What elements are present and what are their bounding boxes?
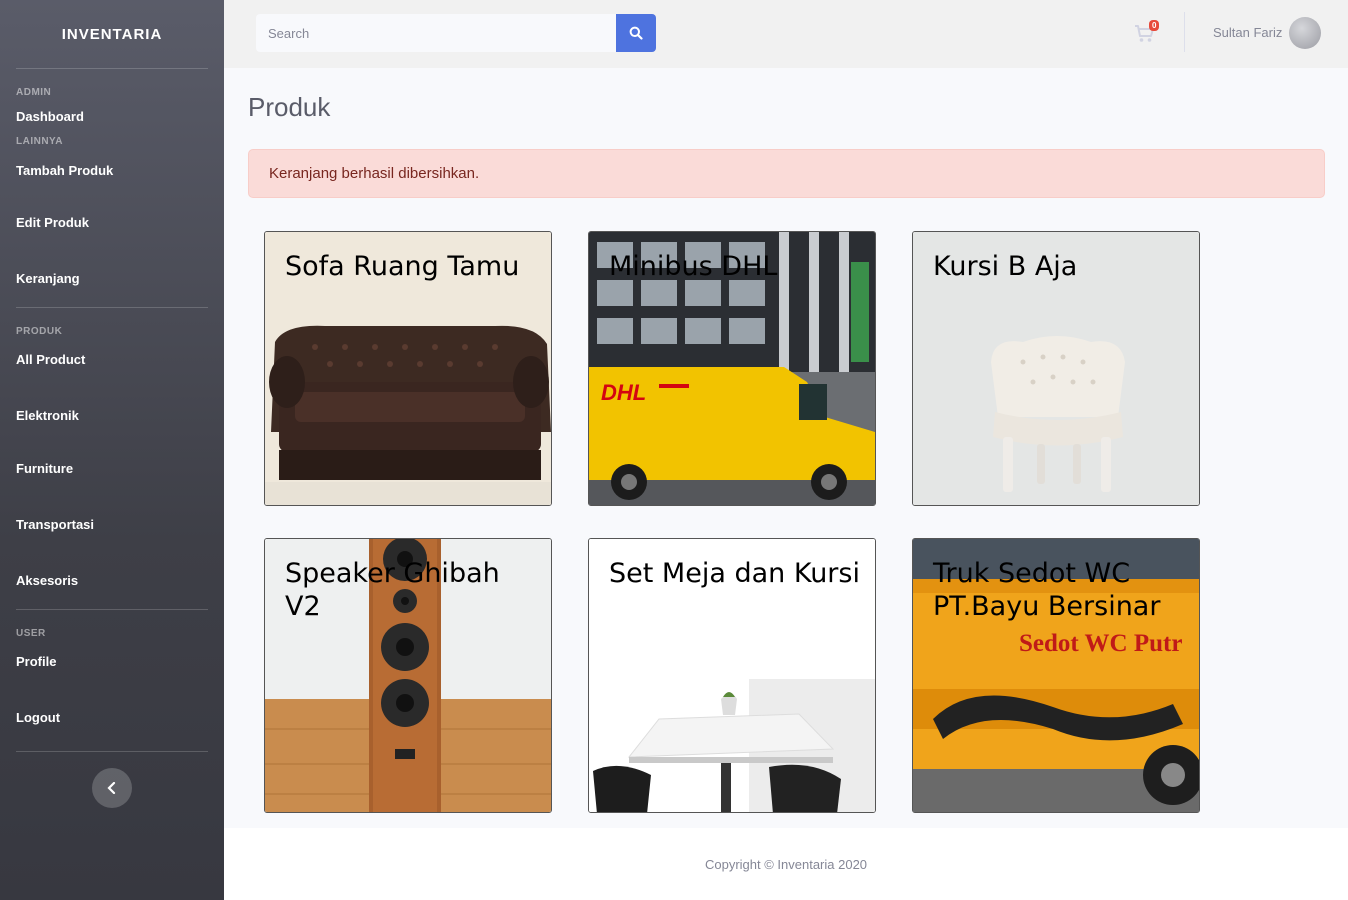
sidebar-item-edit-produk[interactable]: Edit Produk [0, 195, 224, 251]
sidebar-item-logout[interactable]: Logout [0, 685, 224, 751]
sidebar-heading-user: USER [16, 628, 46, 639]
sidebar-item-furniture[interactable]: Furniture [0, 441, 224, 497]
sidebar-toggle-button[interactable] [92, 768, 132, 808]
product-card-sofa[interactable]: Sofa Ruang Tamu [264, 231, 552, 506]
product-card-truk[interactable]: Sedot WC Putr Truk Sedot WC PT.Bayu Bers… [912, 538, 1200, 813]
search-button[interactable] [616, 14, 656, 52]
sidebar-item-transportasi[interactable]: Transportasi [0, 497, 224, 553]
sidebar-toggle-wrap [0, 768, 224, 808]
sidebar-heading-produk: PRODUK [16, 326, 63, 337]
sidebar-item-aksesoris[interactable]: Aksesoris [0, 553, 224, 609]
search-icon [629, 26, 643, 40]
product-title: Truk Sedot WC PT.Bayu Bersinar [933, 558, 1161, 622]
sidebar-item-elektronik[interactable]: Elektronik [0, 383, 224, 441]
sidebar-divider [16, 68, 208, 69]
truck-text: Sedot WC Putr [1019, 630, 1182, 657]
sidebar: INVENTARIA ADMIN Dashboard LAINNYA Tamba… [0, 0, 224, 900]
sidebar-item-tambah-produk[interactable]: Tambah Produk [0, 147, 224, 195]
sidebar-item-profile[interactable]: Profile [0, 639, 224, 685]
svg-text:DHL: DHL [601, 380, 646, 405]
sidebar-item-keranjang[interactable]: Keranjang [0, 251, 224, 307]
sidebar-heading-lainnya: LAINNYA [16, 136, 64, 147]
product-title: Minibus DHL [609, 251, 778, 282]
avatar[interactable] [1289, 17, 1321, 49]
footer: Copyright © Inventaria 2020 [224, 828, 1348, 900]
alert-message: Keranjang berhasil dibersihkan. [248, 149, 1325, 198]
product-card-meja[interactable]: Set Meja dan Kursi [588, 538, 876, 813]
product-card-minibus[interactable]: DHL Minibus DHL [588, 231, 876, 506]
sidebar-heading-admin: ADMIN [16, 87, 52, 98]
topbar-divider [1184, 12, 1185, 52]
product-title: Sofa Ruang Tamu [285, 251, 520, 282]
sidebar-divider [16, 751, 208, 752]
product-title: Speaker Ghibah V2 [285, 558, 500, 622]
sidebar-divider [16, 609, 208, 610]
sidebar-item-all-product[interactable]: All Product [0, 337, 224, 383]
search-input[interactable] [256, 14, 616, 52]
product-card-speaker[interactable]: Speaker Ghibah V2 [264, 538, 552, 813]
footer-copyright: Copyright © Inventaria 2020 [704, 856, 868, 872]
product-card-kursi[interactable]: Kursi B Aja [912, 231, 1200, 506]
product-title: Kursi B Aja [933, 251, 1078, 282]
sidebar-item-dashboard[interactable]: Dashboard [0, 98, 224, 136]
sidebar-divider [16, 307, 208, 308]
product-title: Set Meja dan Kursi [609, 558, 860, 589]
topbar: 0 Sultan Fariz [224, 0, 1348, 68]
page-title: Produk [248, 92, 331, 122]
cart-badge: 0 [1149, 20, 1160, 31]
chevron-left-icon [107, 782, 116, 794]
brand-logo[interactable]: INVENTARIA [0, 0, 224, 68]
user-name[interactable]: Sultan Fariz [1213, 25, 1282, 40]
